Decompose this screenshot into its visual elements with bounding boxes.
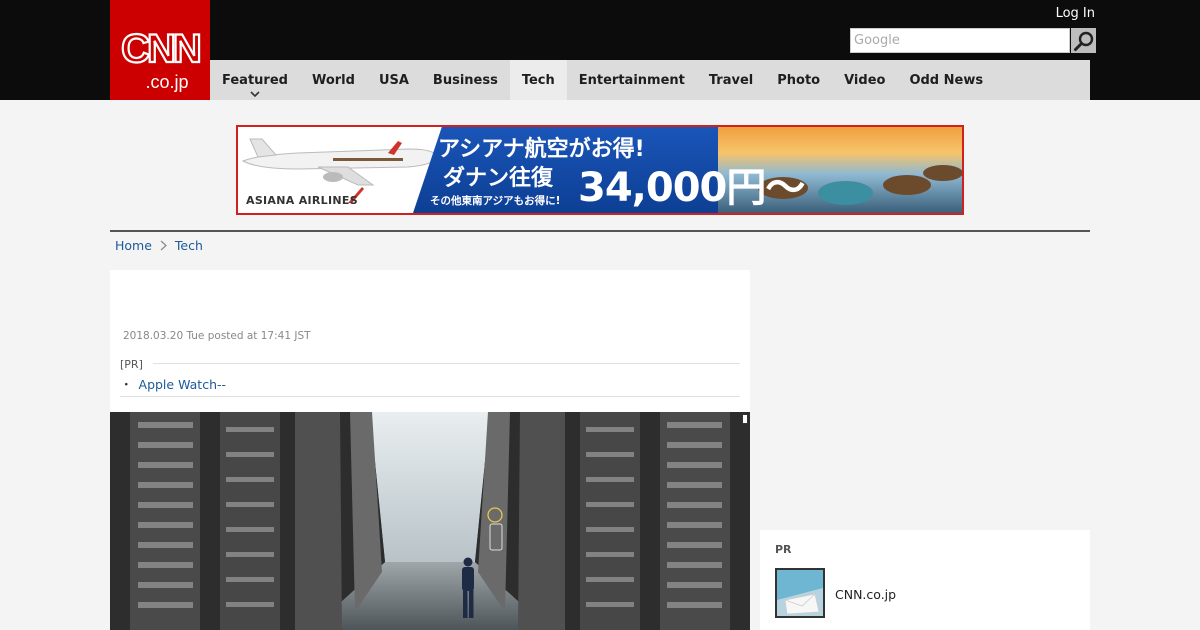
nav-item-photo[interactable]: Photo	[765, 60, 832, 100]
chevron-down-icon	[250, 91, 260, 97]
cnn-logo[interactable]: CNN .co.jp	[110, 0, 210, 100]
breadcrumb-tech[interactable]: Tech	[175, 238, 203, 253]
article-timestamp: 2018.03.20 Tue posted at 17:41 JST	[123, 330, 311, 342]
ad-boat	[883, 175, 931, 195]
breadcrumb-divider	[110, 230, 1090, 232]
breadcrumb-home[interactable]: Home	[115, 238, 152, 253]
pr-label: [PR]	[120, 358, 143, 371]
search-button[interactable]	[1071, 28, 1096, 53]
nav-item-odd-news[interactable]: Odd News	[897, 60, 995, 100]
main-nav: Featured World USA Business Tech Enterta…	[210, 60, 1090, 100]
ad-banner[interactable]: ASIANA AIRLINES アシアナ航空がお得! ダナン往復 その他東南アジ…	[236, 125, 964, 215]
nav-item-label: Travel	[708, 72, 754, 88]
pr-bullet: ・	[120, 377, 133, 392]
pr-link-text: Apple Watch--	[138, 377, 227, 392]
airplane-icon	[241, 138, 437, 186]
ad-boat	[923, 165, 962, 181]
ad-airline-name: ASIANA AIRLINES	[246, 194, 358, 207]
nav-item-label: Photo	[777, 72, 821, 88]
nav-item-label: USA	[378, 72, 409, 88]
article-card: 2018.03.20 Tue posted at 17:41 JST [PR] …	[110, 270, 750, 630]
nav-item-tech[interactable]: Tech	[509, 60, 567, 100]
search-input[interactable]	[850, 28, 1070, 53]
svg-text:CNN: CNN	[121, 27, 200, 71]
svg-text:.co.jp: .co.jp	[145, 72, 188, 92]
nav-item-usa[interactable]: USA	[367, 60, 421, 100]
nav-item-video[interactable]: Video	[832, 60, 897, 100]
info-icon[interactable]	[742, 414, 748, 424]
ad-route: ダナン往復	[443, 166, 554, 191]
ad-subline: その他東南アジアもお得に!	[430, 195, 561, 207]
sidebar-pr-label: PR	[775, 543, 792, 556]
nav-item-business[interactable]: Business	[421, 60, 510, 100]
login-link[interactable]: Log In	[1056, 6, 1095, 21]
nav-item-travel[interactable]: Travel	[697, 60, 765, 100]
nav-item-label: World	[311, 72, 355, 88]
mail-envelope-thumbnail[interactable]	[775, 568, 825, 618]
nav-item-label: Entertainment	[578, 72, 685, 88]
nav-item-world[interactable]: World	[300, 60, 367, 100]
hero-image	[110, 412, 750, 630]
nav-item-label: Tech	[521, 72, 555, 88]
nav-item-featured[interactable]: Featured	[210, 60, 300, 100]
pr-link[interactable]: ・ Apple Watch--	[120, 374, 226, 393]
sidebar-item-title[interactable]: CNN.co.jp	[835, 587, 896, 602]
nav-item-label: Featured	[222, 72, 288, 88]
nav-item-label: Odd News	[909, 72, 984, 88]
divider	[153, 363, 740, 364]
nav-item-entertainment[interactable]: Entertainment	[567, 60, 697, 100]
divider	[120, 396, 740, 397]
sidebar-pr-card: PR CNN.co.jp	[760, 530, 1090, 630]
ad-price: 34,000円〜	[578, 165, 805, 211]
ad-boat	[818, 181, 873, 205]
chevron-right-icon	[160, 240, 167, 251]
search-icon	[1073, 31, 1093, 51]
nav-item-label: Business	[432, 72, 498, 88]
search-bar	[850, 28, 1096, 53]
breadcrumb: Home Tech	[115, 238, 203, 253]
nav-item-label: Video	[844, 72, 886, 88]
